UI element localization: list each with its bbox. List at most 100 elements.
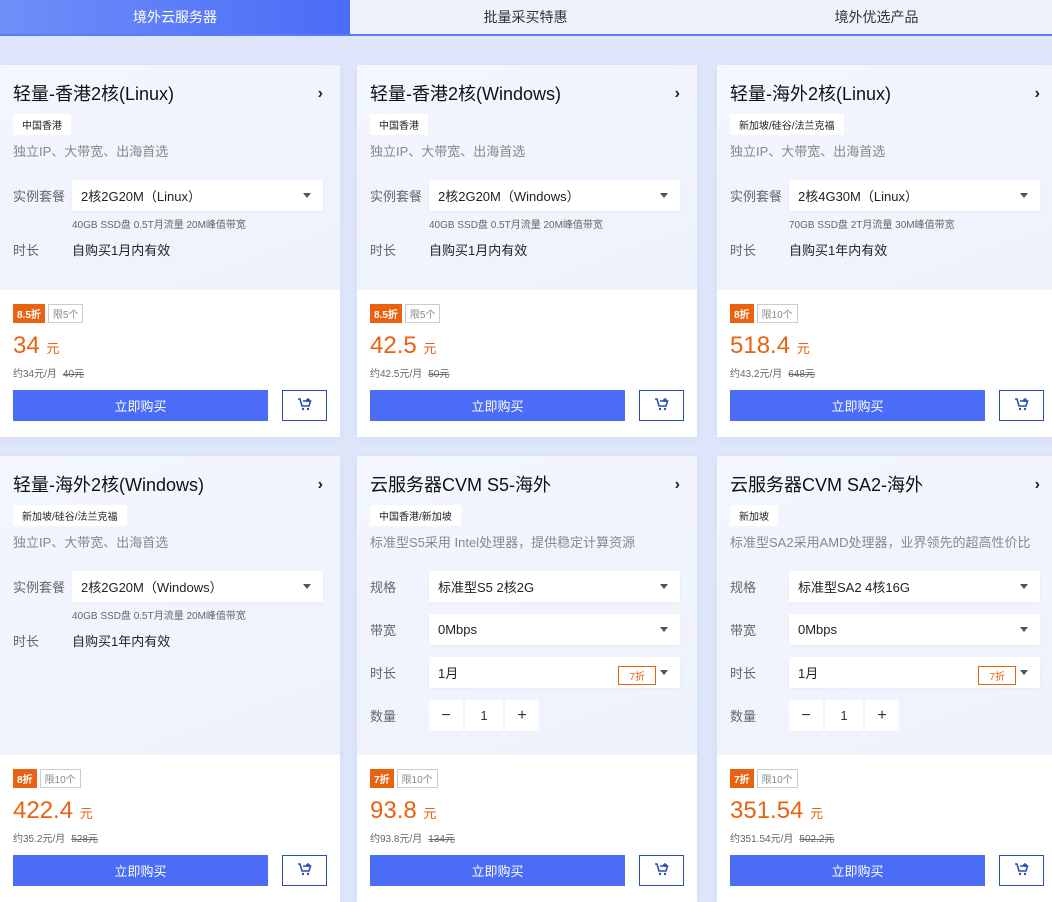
region-tag: 中国香港 xyxy=(370,114,428,135)
config-row: 实例套餐 2核2G20M（Windows） xyxy=(13,571,327,602)
chevron-right-icon[interactable]: › xyxy=(318,476,323,494)
buy-now-button[interactable]: 立即购买 xyxy=(13,390,268,421)
limit-badge: 限10个 xyxy=(39,769,81,788)
region-tag: 中国香港 xyxy=(13,114,71,135)
field-label: 实例套餐 xyxy=(13,580,66,595)
select-value: 2核4G30M（Linux） xyxy=(798,189,918,204)
field-label: 实例套餐 xyxy=(370,189,423,204)
product-title[interactable]: 轻量-海外2核(Windows) xyxy=(13,474,327,496)
chevron-down-icon xyxy=(660,584,668,589)
config-select[interactable]: 2核2G20M（Linux） xyxy=(72,180,323,211)
config-select[interactable]: 1月 7折 xyxy=(789,657,1040,688)
cart-icon xyxy=(297,862,313,879)
currency: 元 xyxy=(423,341,437,356)
config-select[interactable]: 1月 7折 xyxy=(429,657,680,688)
add-to-cart-button[interactable] xyxy=(999,390,1044,421)
chevron-right-icon[interactable]: › xyxy=(318,85,323,103)
chevron-right-icon[interactable]: › xyxy=(675,476,680,494)
add-to-cart-button[interactable] xyxy=(639,855,684,886)
region-tag: 新加坡/硅谷/法兰克福 xyxy=(13,505,127,526)
duration-value: 自购买1月内有效 xyxy=(429,242,528,258)
config-select[interactable]: 0Mbps xyxy=(789,614,1040,645)
product-desc: 独立IP、大带宽、出海首选 xyxy=(370,144,526,159)
select-value: 0Mbps xyxy=(798,622,838,637)
spec-text: 70GB SSD盘 2T月流量 30M峰值带宽 xyxy=(789,220,955,231)
increment-button[interactable]: + xyxy=(865,700,899,731)
product-card: 轻量-香港2核(Windows) › 中国香港独立IP、大带宽、出海首选 实例套餐 2核… xyxy=(357,65,697,437)
config-select[interactable]: 2核4G30M（Linux） xyxy=(789,180,1040,211)
chevron-right-icon[interactable]: › xyxy=(1035,85,1040,103)
limit-badge: 限10个 xyxy=(756,304,798,323)
monthly-price: 约43.2元/月 xyxy=(730,369,783,380)
buy-now-button[interactable]: 立即购买 xyxy=(370,855,625,886)
price-value: 42.5 xyxy=(370,332,417,359)
buy-now-button[interactable]: 立即购买 xyxy=(730,855,985,886)
price-value: 518.4 xyxy=(730,332,791,359)
field-label: 时长 xyxy=(730,242,757,258)
spec-text: 40GB SSD盘 0.5T月流量 20M峰值带宽 xyxy=(429,220,603,231)
product-title[interactable]: 轻量-香港2核(Linux) xyxy=(13,83,327,105)
tab-overseas-cloud[interactable]: 境外云服务器 xyxy=(0,0,350,34)
region-tag: 新加坡/硅谷/法兰克福 xyxy=(730,114,844,135)
product-title[interactable]: 轻量-香港2核(Windows) xyxy=(370,83,684,105)
add-to-cart-button[interactable] xyxy=(999,855,1044,886)
product-title[interactable]: 云服务器CVM SA2-海外 xyxy=(730,474,1044,496)
field-label: 实例套餐 xyxy=(730,189,783,204)
limit-badge: 限5个 xyxy=(404,304,441,323)
config-row: 带宽 0Mbps xyxy=(730,614,1044,645)
region-tag: 中国香港/新加坡 xyxy=(370,505,461,526)
chevron-down-icon xyxy=(1020,584,1028,589)
config-select[interactable]: 标准型S5 2核2G xyxy=(429,571,680,602)
buy-now-button[interactable]: 立即购买 xyxy=(730,390,985,421)
price-value: 34 xyxy=(13,332,40,359)
chevron-right-icon[interactable]: › xyxy=(1035,476,1040,494)
buy-now-button[interactable]: 立即购买 xyxy=(13,855,268,886)
price: 422.4 元 xyxy=(13,797,327,828)
select-value: 2核2G20M（Linux） xyxy=(81,189,201,204)
quantity-value[interactable]: 1 xyxy=(465,700,503,731)
buy-now-button[interactable]: 立即购买 xyxy=(370,390,625,421)
monthly-price: 约93.8元/月 xyxy=(370,834,423,845)
config-row: 实例套餐 2核2G20M（Windows） xyxy=(370,180,684,211)
increment-button[interactable]: + xyxy=(505,700,539,731)
chevron-down-icon xyxy=(660,193,668,198)
field-label: 带宽 xyxy=(370,623,397,638)
field-label: 时长 xyxy=(730,666,757,681)
spec-text: 40GB SSD盘 0.5T月流量 20M峰值带宽 xyxy=(72,611,246,622)
original-price: 648元 xyxy=(788,369,815,380)
config-select[interactable]: 2核2G20M（Windows） xyxy=(429,180,680,211)
config-select[interactable]: 0Mbps xyxy=(429,614,680,645)
config-select[interactable]: 标准型SA2 4核16G xyxy=(789,571,1040,602)
original-price: 40元 xyxy=(62,369,85,380)
config-select[interactable]: 2核2G20M（Windows） xyxy=(72,571,323,602)
add-to-cart-button[interactable] xyxy=(639,390,684,421)
decrement-button[interactable]: − xyxy=(429,700,463,731)
monthly-price: 约34元/月 xyxy=(13,369,57,380)
select-value: 1月 xyxy=(798,666,819,681)
quantity-value[interactable]: 1 xyxy=(825,700,863,731)
product-title[interactable]: 云服务器CVM S5-海外 xyxy=(370,474,684,496)
tab-bulk-deals[interactable]: 批量采买特惠 xyxy=(350,0,701,34)
field-label: 实例套餐 xyxy=(13,189,66,204)
chevron-right-icon[interactable]: › xyxy=(675,85,680,103)
monthly-price: 约42.5元/月 xyxy=(370,369,423,380)
field-label: 时长 xyxy=(13,633,40,649)
select-value: 标准型SA2 4核16G xyxy=(798,580,910,595)
tab-overseas-products[interactable]: 境外优选产品 xyxy=(701,0,1052,34)
field-label: 数量 xyxy=(370,709,397,724)
duration-value: 自购买1月内有效 xyxy=(72,242,171,258)
config-row: 带宽 0Mbps xyxy=(370,614,684,645)
chevron-down-icon xyxy=(660,670,668,675)
product-title[interactable]: 轻量-海外2核(Linux) xyxy=(730,83,1044,105)
original-price: 528元 xyxy=(71,834,98,845)
add-to-cart-button[interactable] xyxy=(282,390,327,421)
product-card: 云服务器CVM SA2-海外 › 新加坡 标准型SA2采用AMD处理器，业界领先的超高… xyxy=(717,456,1052,902)
monthly-price: 约351.54元/月 xyxy=(730,834,794,845)
discount-tag: 7折 xyxy=(618,666,656,685)
add-to-cart-button[interactable] xyxy=(282,855,327,886)
discount-badge: 8折 xyxy=(730,304,754,323)
chevron-down-icon xyxy=(1020,193,1028,198)
decrement-button[interactable]: − xyxy=(789,700,823,731)
currency: 元 xyxy=(79,806,93,821)
currency: 元 xyxy=(46,341,60,356)
